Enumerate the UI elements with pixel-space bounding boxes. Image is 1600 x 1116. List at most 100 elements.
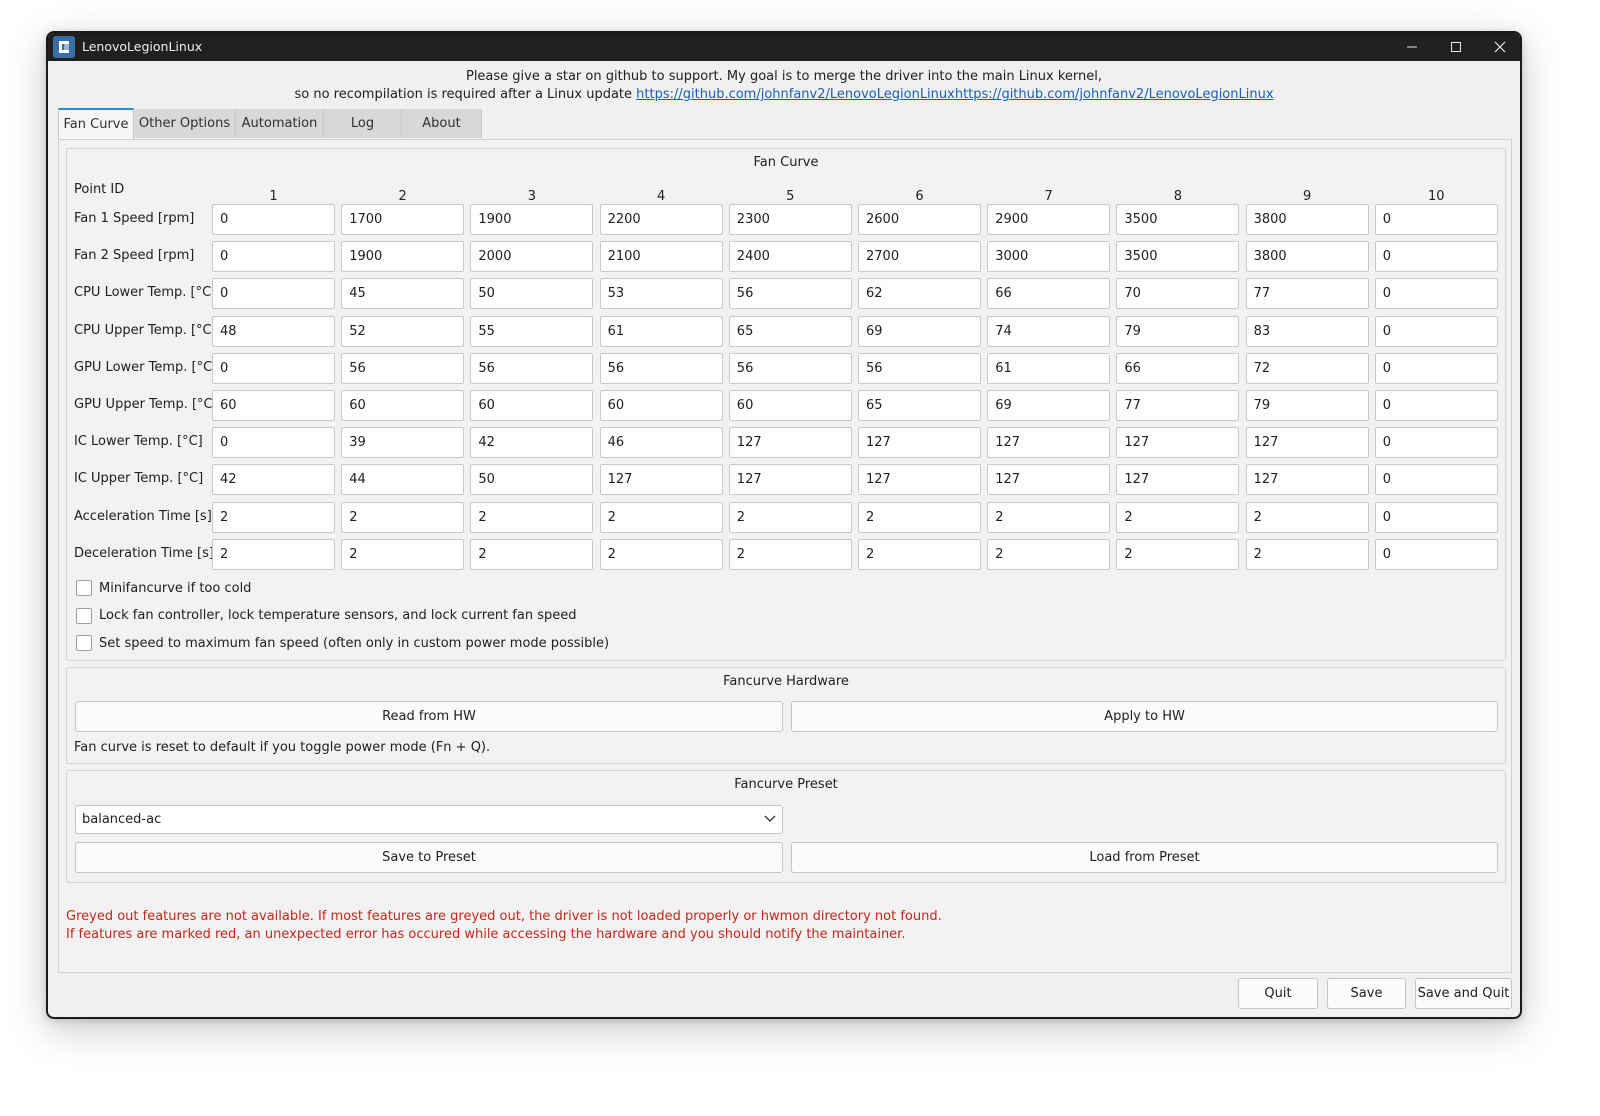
fan-curve-input[interactable]: 66 — [987, 278, 1111, 310]
fan-curve-input[interactable]: 127 — [858, 427, 981, 459]
fan-curve-input[interactable]: 0 — [1374, 241, 1498, 273]
fan-curve-input[interactable]: 3500 — [1116, 241, 1240, 273]
fan-curve-input[interactable]: 0 — [212, 278, 335, 310]
checkbox-box[interactable] — [76, 635, 92, 651]
fan-curve-input[interactable]: 127 — [858, 464, 981, 496]
tab-about[interactable]: About — [402, 109, 482, 138]
tab-log[interactable]: Log — [324, 109, 402, 138]
fan-curve-input[interactable]: 69 — [987, 390, 1111, 421]
fan-curve-input[interactable]: 2200 — [599, 204, 723, 235]
fan-curve-input[interactable]: 0 — [1374, 352, 1498, 384]
fan-curve-input[interactable]: 50 — [470, 464, 594, 496]
fan-curve-input[interactable]: 2 — [728, 538, 852, 570]
fan-curve-input[interactable]: 2 — [987, 501, 1111, 533]
fan-curve-input[interactable]: 0 — [1374, 390, 1498, 421]
fan-curve-input[interactable]: 79 — [1116, 315, 1240, 347]
fan-curve-input[interactable]: 56 — [728, 352, 852, 384]
fan-curve-input[interactable]: 2 — [212, 538, 335, 570]
fan-curve-input[interactable]: 127 — [728, 427, 852, 459]
tab-automation[interactable]: Automation — [236, 109, 324, 138]
apply-to-hw-button[interactable]: Apply to HW — [791, 701, 1498, 732]
fan-curve-input[interactable]: 1900 — [341, 241, 465, 273]
fan-curve-input[interactable]: 3500 — [1116, 204, 1240, 235]
fan-curve-input[interactable]: 0 — [1374, 464, 1498, 496]
fan-curve-input[interactable]: 2100 — [599, 241, 723, 273]
fan-curve-input[interactable]: 44 — [341, 464, 465, 496]
fan-curve-input[interactable]: 56 — [341, 352, 465, 384]
fan-curve-input[interactable]: 2400 — [728, 241, 852, 273]
fan-curve-input[interactable]: 61 — [599, 315, 723, 347]
fan-curve-input[interactable]: 0 — [212, 352, 335, 384]
fan-curve-input[interactable]: 1700 — [341, 204, 465, 235]
fan-curve-input[interactable]: 1900 — [470, 204, 594, 235]
preset-select[interactable]: balanced-ac — [75, 805, 783, 834]
fan-curve-input[interactable]: 2 — [1116, 501, 1240, 533]
fan-curve-input[interactable]: 46 — [599, 427, 723, 459]
fan-curve-input[interactable]: 2 — [470, 501, 594, 533]
title-bar[interactable]: LenovoLegionLinux — [48, 33, 1520, 61]
fan-curve-input[interactable]: 53 — [599, 278, 723, 310]
fan-curve-input[interactable]: 2900 — [987, 204, 1111, 235]
fan-curve-input[interactable]: 0 — [1374, 204, 1498, 235]
fan-curve-input[interactable]: 2 — [599, 501, 723, 533]
fan-curve-input[interactable]: 2 — [470, 538, 594, 570]
fan-curve-input[interactable]: 127 — [728, 464, 852, 496]
close-button[interactable] — [1478, 33, 1520, 61]
fan-curve-input[interactable]: 61 — [987, 352, 1111, 384]
fan-curve-input[interactable]: 60 — [341, 390, 465, 421]
fan-curve-input[interactable]: 56 — [470, 352, 594, 384]
max-fan-speed-checkbox[interactable]: Set speed to maximum fan speed (often on… — [76, 635, 609, 651]
fan-curve-input[interactable]: 2 — [212, 501, 335, 533]
minifancurve-checkbox[interactable]: Minifancurve if too cold — [76, 580, 251, 596]
fan-curve-input[interactable]: 127 — [1116, 464, 1240, 496]
fan-curve-input[interactable]: 69 — [858, 315, 981, 347]
fan-curve-input[interactable]: 56 — [858, 352, 981, 384]
fan-curve-input[interactable]: 0 — [212, 427, 335, 459]
fan-curve-input[interactable]: 2 — [599, 538, 723, 570]
fan-curve-input[interactable]: 65 — [728, 315, 852, 347]
fan-curve-input[interactable]: 77 — [1116, 390, 1240, 421]
fan-curve-input[interactable]: 0 — [1374, 538, 1498, 570]
quit-button[interactable]: Quit — [1238, 978, 1318, 1009]
maximize-button[interactable] — [1434, 33, 1478, 61]
fan-curve-input[interactable]: 42 — [470, 427, 594, 459]
fan-curve-input[interactable]: 42 — [212, 464, 335, 496]
fan-curve-input[interactable]: 39 — [341, 427, 465, 459]
load-from-preset-button[interactable]: Load from Preset — [791, 842, 1498, 873]
fan-curve-input[interactable]: 77 — [1245, 278, 1369, 310]
tab-other-options[interactable]: Other Options — [134, 109, 236, 138]
tab-fan-curve[interactable]: Fan Curve — [58, 108, 134, 139]
fan-curve-input[interactable]: 127 — [1245, 427, 1369, 459]
fan-curve-input[interactable]: 0 — [1374, 278, 1498, 310]
fan-curve-input[interactable]: 66 — [1116, 352, 1240, 384]
fan-curve-input[interactable]: 127 — [1116, 427, 1240, 459]
checkbox-box[interactable] — [76, 607, 92, 624]
fan-curve-input[interactable]: 0 — [1374, 501, 1498, 533]
fan-curve-input[interactable]: 0 — [1374, 427, 1498, 459]
fan-curve-input[interactable]: 74 — [987, 315, 1111, 347]
fan-curve-input[interactable]: 55 — [470, 315, 594, 347]
fan-curve-input[interactable]: 0 — [1374, 315, 1498, 347]
fan-curve-input[interactable]: 52 — [341, 315, 465, 347]
github-link[interactable]: https://github.com/johnfanv2/LenovoLegio… — [636, 87, 1273, 102]
fan-curve-input[interactable]: 56 — [599, 352, 723, 384]
fan-curve-input[interactable]: 83 — [1245, 315, 1369, 347]
fan-curve-input[interactable]: 72 — [1245, 352, 1369, 384]
fan-curve-input[interactable]: 0 — [212, 204, 335, 235]
fan-curve-input[interactable]: 0 — [212, 241, 335, 273]
fan-curve-input[interactable]: 79 — [1245, 390, 1369, 421]
fan-curve-input[interactable]: 127 — [1245, 464, 1369, 496]
fan-curve-input[interactable]: 60 — [728, 390, 852, 421]
fan-curve-input[interactable]: 2700 — [858, 241, 981, 273]
fan-curve-input[interactable]: 3000 — [987, 241, 1111, 273]
fan-curve-input[interactable]: 3800 — [1245, 204, 1369, 235]
fan-curve-input[interactable]: 62 — [858, 278, 981, 310]
fan-curve-input[interactable]: 2 — [1245, 501, 1369, 533]
fan-curve-input[interactable]: 2 — [341, 501, 465, 533]
fan-curve-input[interactable]: 3800 — [1245, 241, 1369, 273]
checkbox-box[interactable] — [76, 580, 92, 596]
fan-curve-input[interactable]: 2 — [1116, 538, 1240, 570]
fan-curve-input[interactable]: 2 — [987, 538, 1111, 570]
fan-curve-input[interactable]: 70 — [1116, 278, 1240, 310]
lock-fan-controller-checkbox[interactable]: Lock fan controller, lock temperature se… — [76, 607, 577, 624]
